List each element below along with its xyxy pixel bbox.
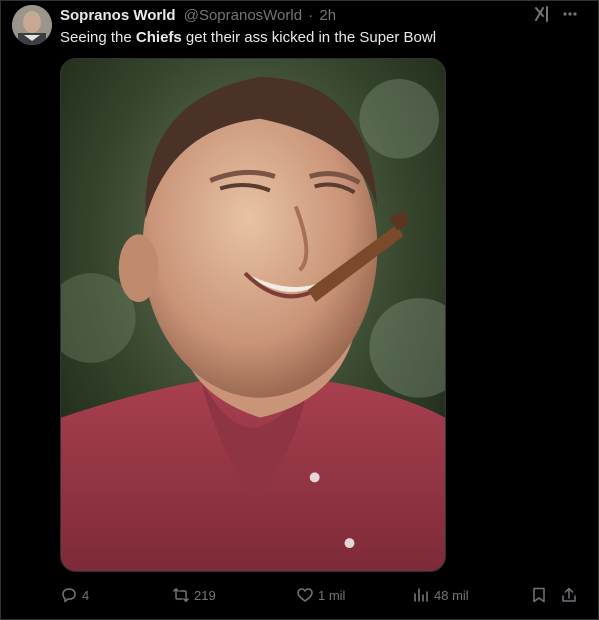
- repost-count: 219: [194, 587, 216, 603]
- share-button[interactable]: [560, 584, 582, 606]
- reply-count: 4: [82, 587, 90, 603]
- reply-button[interactable]: 4: [60, 584, 89, 606]
- author-handle[interactable]: @SopranosWorld: [184, 7, 302, 24]
- tweet-media-image[interactable]: [60, 58, 446, 572]
- media-photo: [61, 59, 445, 571]
- views-count: 48 mil: [434, 587, 469, 603]
- views-icon: [414, 588, 428, 602]
- tweet-text-start: Seeing the: [60, 29, 136, 46]
- tweet-text: Seeing the Chiefs get their ass kicked i…: [60, 28, 580, 48]
- avatar[interactable]: [12, 5, 52, 45]
- separator-dot: ·: [308, 7, 314, 24]
- heart-icon: [297, 588, 313, 602]
- repost-icon: [173, 588, 189, 602]
- grok-icon[interactable]: [534, 5, 552, 23]
- repost-button[interactable]: 219: [172, 584, 216, 606]
- tweet-time[interactable]: 2h: [319, 7, 336, 24]
- bookmark-button[interactable]: [530, 584, 552, 606]
- like-button[interactable]: 1 mil: [296, 584, 345, 606]
- more-icon[interactable]: [560, 4, 580, 24]
- tweet-text-bold: Chiefs: [135, 29, 182, 46]
- bookmark-icon: [533, 587, 545, 603]
- action-bar: 4 219 1 mil 48 mil: [60, 584, 580, 606]
- reply-icon: [62, 588, 76, 603]
- share-icon: [562, 587, 576, 602]
- like-count: 1 mil: [318, 587, 346, 603]
- views-button[interactable]: 48 mil: [412, 584, 469, 606]
- tweet-text-end: get their ass kicked in the Super Bowl: [181, 29, 437, 46]
- avatar-image: [12, 5, 52, 45]
- author-name[interactable]: Sopranos World: [60, 7, 176, 24]
- tweet-header: Sopranos World @SopranosWorld · 2h: [60, 6, 519, 26]
